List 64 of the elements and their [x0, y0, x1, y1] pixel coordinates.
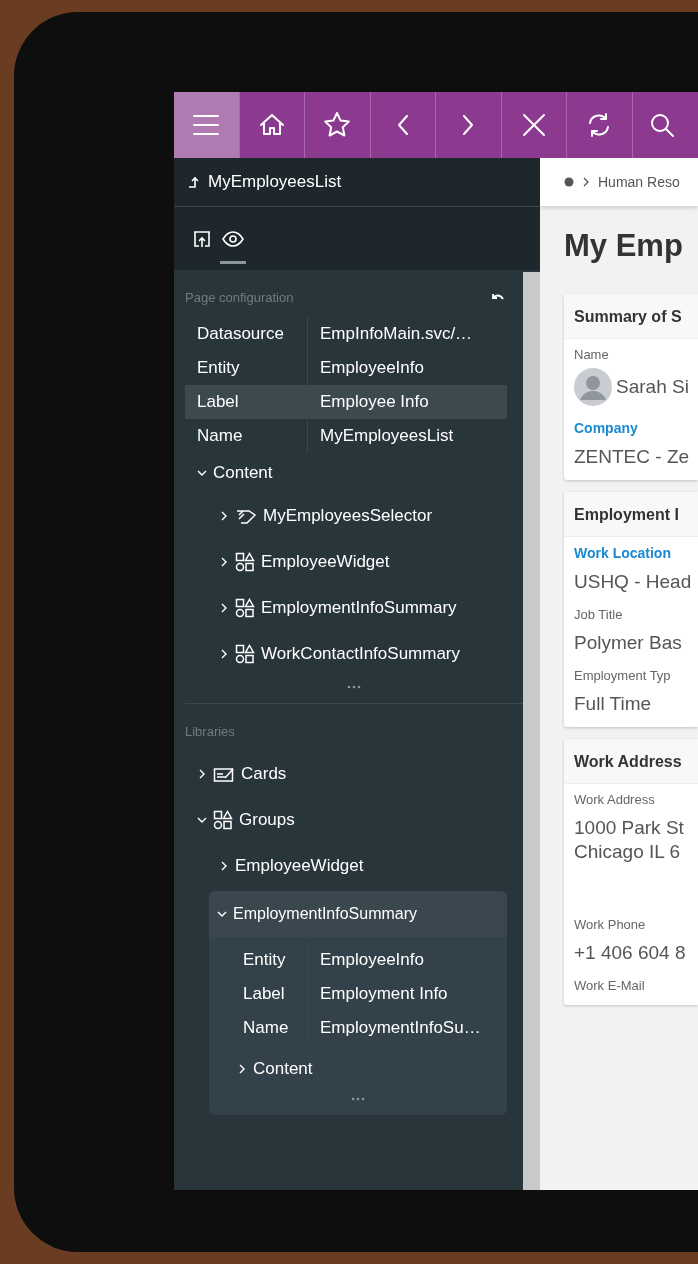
shapes-icon [213, 810, 233, 830]
eye-icon [222, 229, 244, 249]
field-label: Company [574, 420, 639, 436]
card-edit-icon [213, 765, 235, 783]
shapes-icon [235, 552, 255, 572]
chevron-icon[interactable] [197, 769, 207, 779]
tree-item[interactable]: EmployeeWidget [261, 552, 390, 572]
chevron-icon[interactable] [219, 557, 229, 567]
tree-item[interactable]: EmploymentInfoSummary [261, 598, 457, 618]
tree-item[interactable]: WorkContactInfoSummary [261, 644, 461, 664]
tree-item[interactable]: Groups [239, 810, 295, 830]
scrollbar[interactable] [523, 272, 540, 1190]
property-row[interactable]: Name MyEmployeesList [185, 419, 507, 453]
tree-item[interactable]: Content [253, 1059, 313, 1079]
field-label: Work Phone [574, 917, 647, 932]
field-value: Polymer Bas [574, 632, 683, 654]
section-heading: Page configuration [185, 290, 294, 305]
chevron-icon[interactable] [197, 815, 207, 825]
shapes-icon [235, 598, 255, 618]
chevron-icon[interactable] [219, 861, 229, 871]
field-label: Job Title [574, 607, 624, 622]
address-line: 1000 Park St [574, 817, 685, 839]
chevron-icon [582, 177, 590, 187]
chevron-icon[interactable] [197, 468, 207, 478]
property-row[interactable]: Name EmploymentInfoSu… [233, 1011, 507, 1045]
breadcrumb-link[interactable]: Human Reso [598, 174, 680, 190]
section-heading: Libraries [185, 724, 235, 739]
chevron-icon[interactable] [219, 649, 229, 659]
tree-item[interactable]: MyEmployeesSelector [263, 506, 433, 526]
address-line: Chicago IL 6 [574, 841, 681, 863]
upload-icon [192, 229, 212, 249]
property-row[interactable]: Label Employee Info [185, 385, 507, 419]
avatar-icon [574, 368, 612, 406]
menu-button[interactable] [174, 92, 240, 158]
card-title: Employment I [564, 492, 698, 537]
field-label: Name [574, 347, 610, 362]
field-value: Full Time [574, 693, 653, 715]
shapes-icon [235, 644, 255, 664]
card-title: Summary of S [564, 294, 698, 339]
card-title: Work Address [564, 739, 698, 784]
field-label: Work E-Mail [574, 978, 646, 993]
property-row[interactable]: Entity EmployeeInfo [233, 943, 507, 977]
more-icon[interactable] [351, 1097, 365, 1101]
field-label: Work Location [574, 545, 672, 561]
more-icon[interactable] [347, 685, 361, 689]
star-icon [322, 110, 353, 140]
panel-title: MyEmployeesList [208, 172, 342, 192]
page-title: My Emp [563, 227, 684, 265]
property-row[interactable]: Datasource EmpInfoMain.svc/… [185, 317, 507, 351]
chevron-icon[interactable] [219, 603, 229, 613]
home-dot-icon[interactable] [564, 177, 574, 187]
tree-item[interactable]: Content [213, 463, 273, 483]
chevron-icon[interactable] [219, 511, 229, 521]
tree-item[interactable]: Cards [241, 764, 287, 784]
field-label: Work Address [574, 792, 656, 807]
tree-item[interactable]: EmployeeWidget [235, 856, 364, 876]
field-value: Sarah Si [616, 376, 689, 398]
field-label: Employment Typ [574, 668, 672, 683]
chevron-icon[interactable] [237, 1064, 247, 1074]
property-row[interactable]: Label Employment Info [233, 977, 507, 1011]
field-value: +1 406 604 8 [574, 942, 687, 964]
field-value: USHQ - Head [574, 571, 693, 593]
field-value: ZENTEC - Ze [574, 446, 691, 468]
chevron-icon[interactable] [217, 909, 227, 919]
